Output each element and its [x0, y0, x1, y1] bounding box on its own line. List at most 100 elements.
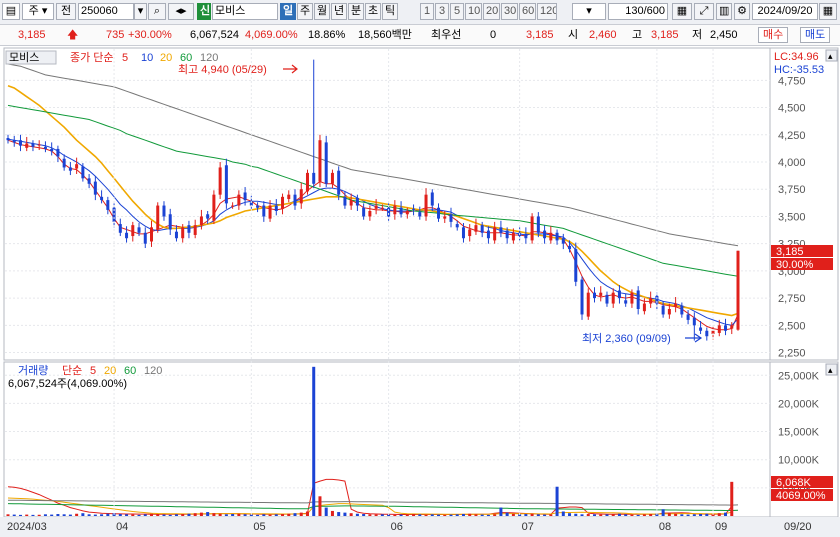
- stock-chart[interactable]: 4,7504,5004,2504,0003,7503,5003,2503,000…: [0, 0, 840, 537]
- volume-bar-109: [686, 514, 690, 516]
- candle-body-35: [224, 165, 228, 204]
- candle-body-8: [56, 148, 60, 157]
- volume-bar-19: [125, 514, 129, 516]
- volume-bar-112: [705, 513, 709, 516]
- volume-bar-28: [181, 514, 185, 516]
- price-tick-4: 3,750: [778, 184, 806, 196]
- candle-body-78: [493, 227, 497, 241]
- volume-bar-68: [430, 514, 434, 516]
- candle-body-43: [274, 205, 278, 211]
- volume-current-tag-text: 6,068K: [776, 477, 812, 489]
- volume-bar-116: [730, 481, 734, 516]
- volume-bar-105: [661, 509, 665, 516]
- volume-bar-50: [318, 496, 322, 516]
- candle-body-68: [430, 192, 434, 206]
- volume-bar-1: [12, 514, 16, 516]
- volume-bar-89: [561, 511, 565, 516]
- volume-bar-93: [586, 514, 590, 516]
- ma20-legend: 20: [160, 52, 172, 64]
- candle-body-69: [437, 207, 441, 219]
- volume-bar-108: [680, 514, 684, 516]
- candle-body-73: [461, 227, 465, 239]
- candle-body-42: [268, 205, 272, 219]
- volume-tick-2: 15,000K: [778, 427, 820, 439]
- volume-bar-32: [206, 512, 210, 516]
- volume-bar-115: [724, 512, 728, 516]
- volume-bar-41: [262, 514, 266, 516]
- time-tick-5: 08: [659, 521, 671, 533]
- volume-bar-63: [399, 514, 403, 516]
- candle-body-52: [330, 172, 334, 184]
- candle-body-90: [568, 245, 572, 250]
- volume-bar-3: [25, 514, 29, 516]
- volume-bar-71: [449, 514, 453, 516]
- price-tick-9: 2,500: [778, 320, 806, 332]
- candle-body-60: [380, 207, 384, 209]
- volume-bar-92: [580, 514, 584, 516]
- volume-bar-98: [617, 513, 621, 516]
- candle-body-47: [299, 189, 303, 204]
- price-tick-8: 2,750: [778, 293, 806, 305]
- candle-body-55: [349, 200, 353, 206]
- candle-body-76: [480, 225, 484, 233]
- candle-body-74: [468, 229, 472, 237]
- time-tick-6: 09: [715, 521, 727, 533]
- volume-bar-73: [461, 514, 465, 516]
- volume-bar-29: [187, 513, 191, 516]
- volume-bar-107: [674, 513, 678, 516]
- volume-bar-16: [106, 513, 110, 516]
- volume-bar-55: [349, 513, 353, 516]
- candle-body-58: [368, 211, 372, 217]
- candle-body-30: [193, 225, 197, 235]
- candle-body-51: [324, 142, 328, 184]
- candle-body-62: [393, 205, 397, 215]
- price-tick-5: 3,500: [778, 211, 806, 223]
- price-tick-1: 4,500: [778, 103, 806, 115]
- candle-body-72: [455, 224, 459, 228]
- volume-bar-23: [150, 513, 154, 516]
- candle-body-112: [705, 330, 709, 337]
- candle-body-10: [68, 167, 72, 171]
- price-legend-ma: 종가 단순: [70, 51, 114, 64]
- candle-body-32: [206, 214, 210, 219]
- time-tick-7: 09/20: [784, 521, 812, 533]
- candle-body-38: [243, 192, 247, 201]
- time-tick-1: 04: [116, 521, 128, 533]
- volume-bar-15: [100, 514, 104, 516]
- candle-body-14: [93, 181, 97, 195]
- volume-bar-77: [486, 514, 490, 516]
- candle-body-11: [75, 164, 79, 169]
- candle-body-44: [281, 196, 285, 209]
- candle-body-80: [505, 230, 509, 239]
- volume-bar-40: [256, 514, 260, 516]
- price-tick-0: 4,750: [778, 75, 806, 87]
- candle-body-20: [131, 225, 135, 237]
- ma120-legend: 120: [200, 52, 218, 64]
- candle-body-15: [100, 196, 104, 201]
- candle-body-40: [256, 205, 260, 208]
- volume-bar-103: [649, 514, 653, 516]
- volume-bar-35: [224, 514, 228, 516]
- vma5-legend: 5: [90, 365, 96, 377]
- volume-bar-80: [505, 512, 509, 516]
- candle-body-27: [174, 231, 178, 239]
- candle-body-65: [412, 208, 416, 210]
- candle-body-33: [212, 194, 216, 221]
- current-price-tag-text: 3,185: [776, 246, 804, 258]
- vma60-legend: 60: [124, 365, 136, 377]
- candle-body-111: [699, 327, 703, 331]
- volume-bar-83: [524, 514, 528, 516]
- candle-body-4: [31, 143, 35, 147]
- candle-body-114: [717, 325, 721, 333]
- candle-body-7: [50, 148, 54, 152]
- candle-body-99: [624, 300, 628, 304]
- volume-bar-60: [380, 514, 384, 516]
- price-legend-name: 모비스: [9, 51, 39, 64]
- candle-body-23: [150, 227, 154, 242]
- volume-bar-56: [355, 513, 359, 516]
- volume-bar-53: [337, 512, 341, 516]
- candle-body-83: [524, 233, 528, 239]
- volume-tick-0: 25,000K: [778, 370, 820, 382]
- volume-bar-45: [287, 513, 291, 516]
- volume-bar-8: [56, 514, 60, 516]
